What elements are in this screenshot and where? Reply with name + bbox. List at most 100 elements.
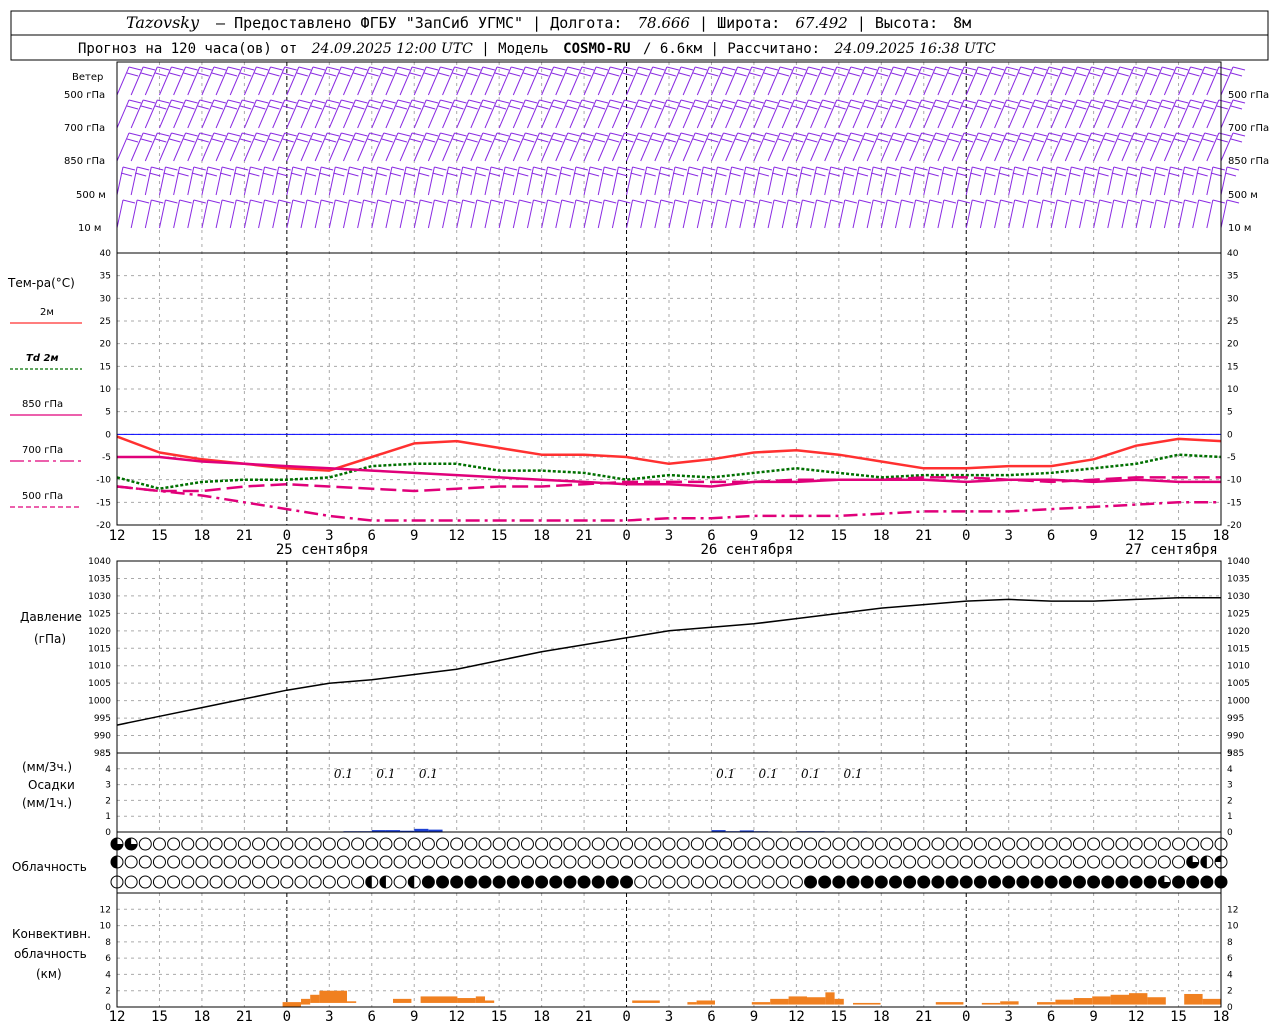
wind-barb-flag — [1127, 199, 1141, 204]
cloud-symbol — [407, 855, 421, 869]
cloud-symbol — [252, 855, 266, 869]
wind-barb-staff — [795, 66, 809, 96]
wind-barb-flag — [933, 105, 945, 110]
wind-barb-flag — [1089, 138, 1101, 143]
wind-barb-flag — [624, 99, 637, 104]
wind-barb-flag — [858, 166, 872, 171]
wind-barb-flag — [448, 166, 461, 171]
precip-annotation: 0.1 — [334, 767, 353, 781]
wind-barb-flag — [1224, 172, 1237, 177]
cloud-symbol — [138, 855, 152, 869]
cloud-title: Облачность — [12, 860, 87, 874]
wind-barb-staff — [710, 166, 718, 196]
wind-barb-flag — [169, 105, 181, 110]
wind-barb-staff — [456, 199, 464, 229]
wind-barb-flag — [1184, 199, 1197, 204]
conv-tick-left: 8 — [105, 938, 111, 948]
wind-barb-flag — [292, 166, 305, 171]
cloud-symbol — [464, 855, 478, 869]
cloud-symbol — [563, 855, 577, 869]
wind-barb-staff — [923, 166, 931, 196]
cloud-symbol — [620, 837, 634, 851]
wind-barb-flag — [395, 105, 408, 110]
wind-barb-staff — [456, 99, 470, 129]
wind-barb-staff — [116, 132, 130, 162]
wind-barb-flag — [779, 99, 793, 104]
cloud-symbol — [1072, 875, 1086, 889]
conv-bar — [807, 997, 826, 1005]
wind-barb-flag — [695, 99, 708, 104]
cloud-symbol — [1058, 875, 1072, 889]
wind-barb-staff — [866, 199, 874, 229]
wind-barb-flag — [466, 138, 478, 143]
wind-barb-staff — [442, 166, 450, 196]
wind-barb-staff — [810, 66, 823, 96]
wind-barb-flag — [197, 72, 209, 77]
wind-barb-staff — [187, 166, 195, 196]
wind-barb-flag — [593, 105, 606, 110]
wind-barb-flag — [721, 105, 733, 110]
wind-barb-staff — [342, 166, 350, 196]
wind-barb-staff — [654, 66, 668, 96]
precip-panel: 0.1 0.1 0.1 0.1 0.1 0.1 0.1 — [329, 767, 1193, 833]
hour-tick-label-bottom: 21 — [236, 1009, 253, 1024]
cloud-symbol — [874, 837, 888, 851]
wind-barb-staff — [215, 66, 229, 96]
wind-barb-staff — [215, 132, 229, 162]
wind-barb-flag — [1032, 105, 1044, 110]
wind-barb-staff — [682, 99, 696, 129]
hour-tick-label-bottom: 0 — [962, 1009, 970, 1024]
wind-barb-staff — [512, 166, 520, 196]
wind-barb-flag — [221, 199, 235, 204]
wind-barb-staff — [979, 99, 993, 129]
wind-barb-flag — [185, 99, 198, 104]
wind-level-10m: 10 м — [78, 223, 101, 234]
wind-barb-staff — [173, 166, 181, 196]
wind-barb-flag — [533, 166, 546, 171]
conv-bar — [420, 996, 458, 1003]
wind-barb-flag — [816, 199, 829, 204]
wind-barb-staff — [668, 166, 676, 196]
wind-barb-flag — [1210, 172, 1222, 177]
wind-barb-flag — [976, 105, 988, 110]
wind-barb-staff — [810, 166, 818, 196]
wind-barb-staff — [498, 99, 512, 129]
wind-barb-staff — [456, 166, 464, 196]
wind-barb-staff — [158, 199, 166, 229]
wind-barb-flag — [1212, 199, 1225, 204]
temp-tick-left: -20 — [96, 521, 111, 531]
cloud-symbol — [719, 855, 733, 869]
wind-barb-flag — [432, 172, 444, 177]
cloud-symbol — [563, 837, 577, 851]
wind-barb-flag — [211, 138, 224, 143]
cloud-symbol — [874, 875, 888, 889]
conv-bar — [935, 1002, 964, 1005]
cloud-symbol — [945, 837, 959, 851]
wind-barb-staff — [116, 199, 124, 229]
wind-barb-flag — [573, 172, 586, 177]
cloud-symbol — [662, 855, 676, 869]
wind-barb-flag — [1170, 166, 1183, 171]
wind-barb-flag — [933, 138, 945, 143]
cloud-symbol — [322, 837, 336, 851]
wind-barb-flag — [405, 166, 419, 171]
cloud-symbol — [1002, 855, 1016, 869]
wind-barb-flag — [207, 199, 221, 204]
wind-barb-flag — [553, 132, 566, 137]
wind-level-850hpa-right: 850 гПа — [1228, 156, 1269, 167]
wind-barb-staff — [951, 166, 959, 196]
wind-barb-staff — [739, 166, 747, 196]
sep-3: | — [857, 14, 875, 32]
wind-barb-flag — [836, 99, 849, 104]
wind-barb-flag — [1202, 72, 1214, 77]
wind-barb-flag — [397, 99, 411, 104]
wind-barb-flag — [830, 199, 843, 204]
cloud-symbol — [1186, 875, 1200, 889]
cloud-symbol — [506, 875, 520, 889]
wind-barb-staff — [173, 199, 181, 229]
wind-barb-flag — [779, 66, 793, 71]
conv-bar — [310, 994, 320, 1003]
wind-panel — [116, 66, 1246, 229]
wind-barb-flag — [553, 66, 566, 71]
precip-annotation: 0.1 — [419, 767, 438, 781]
